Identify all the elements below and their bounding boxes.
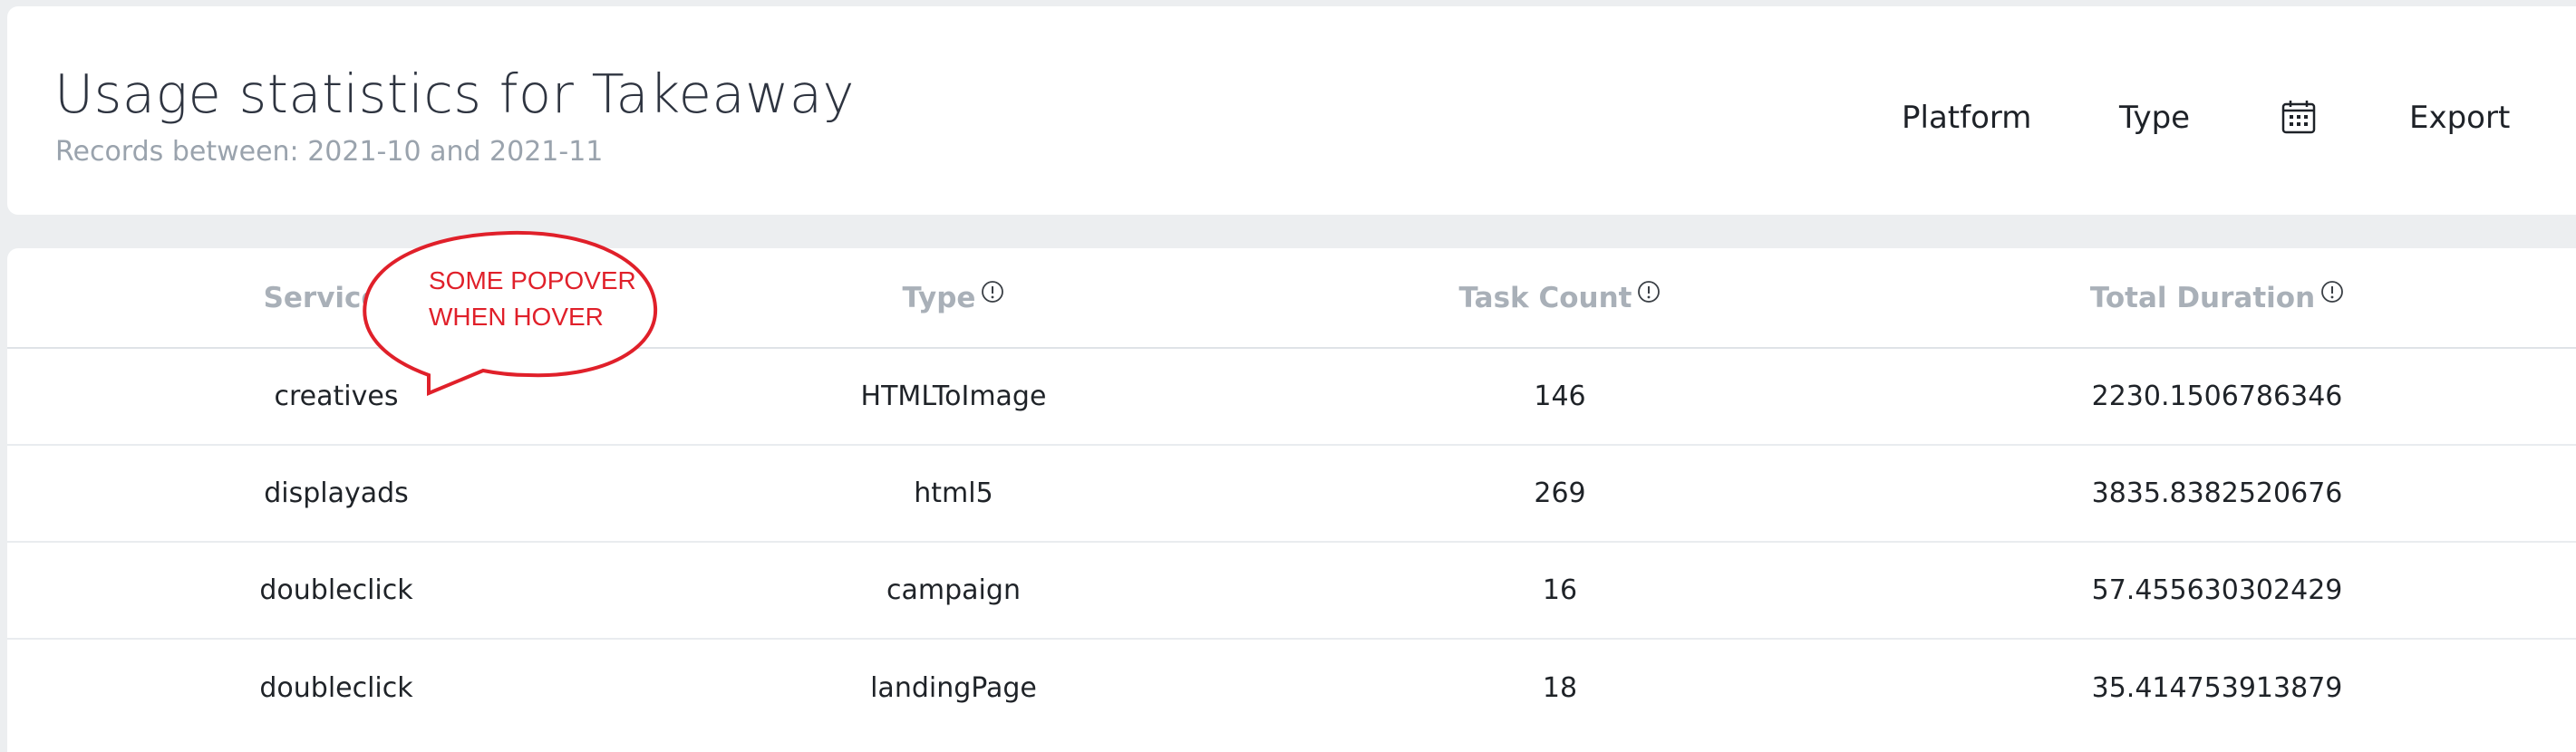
total-duration-cell: 57.455630302429 — [2091, 574, 2343, 606]
service-cell: doubleclick — [259, 672, 413, 704]
calendar-icon-svg — [2281, 101, 2316, 134]
column-header-total-duration[interactable]: Total Duration — [1900, 248, 2534, 347]
task-count-cell: 269 — [1534, 477, 1586, 509]
task-count-cell: 18 — [1542, 672, 1578, 704]
type-cell: campaign — [886, 574, 1021, 606]
table-row: doubleclick campaign 16 57.455630302429 — [7, 543, 2576, 640]
column-header-label: Total Duration — [2089, 281, 2316, 314]
table-row: doubleclick landingPage 18 35.4147539138… — [7, 640, 2576, 737]
popover-annotation-text: SOME POPOVER WHEN HOVER — [429, 263, 636, 335]
info-icon[interactable] — [2320, 280, 2344, 304]
column-header-task-count[interactable]: Task Count — [1279, 248, 1841, 347]
popover-line-1: SOME POPOVER — [429, 266, 636, 294]
type-cell: landingPage — [870, 672, 1037, 704]
info-icon[interactable] — [981, 280, 1004, 304]
column-header-label: Task Count — [1458, 281, 1632, 314]
platform-filter-button[interactable]: Platform — [1902, 100, 2031, 136]
type-cell: HTMLToImage — [860, 381, 1047, 412]
popover-line-2: WHEN HOVER — [429, 303, 604, 331]
header-card: Usage statistics for Takeaway Records be… — [7, 6, 2576, 215]
total-duration-cell: 3835.8382520676 — [2091, 477, 2343, 509]
task-count-cell: 146 — [1534, 381, 1586, 412]
column-header-label: Type — [902, 281, 976, 314]
total-duration-cell: 35.414753913879 — [2091, 672, 2343, 704]
type-cell: html5 — [914, 477, 993, 509]
records-range-subtitle: Records between: 2021-10 and 2021-11 — [55, 136, 604, 168]
info-icon[interactable] — [1637, 280, 1661, 304]
export-button[interactable]: Export — [2409, 100, 2510, 136]
column-header-type[interactable]: Type — [673, 248, 1235, 347]
service-cell: doubleclick — [259, 574, 413, 606]
type-filter-button[interactable]: Type — [2119, 100, 2190, 136]
calendar-icon[interactable] — [2281, 99, 2317, 135]
task-count-cell: 16 — [1542, 574, 1578, 606]
page-title: Usage statistics for Takeaway — [54, 63, 855, 125]
table-row: displayads html5 269 3835.8382520676 — [7, 446, 2576, 543]
service-cell: displayads — [264, 477, 409, 509]
total-duration-cell: 2230.1506786346 — [2091, 381, 2343, 412]
